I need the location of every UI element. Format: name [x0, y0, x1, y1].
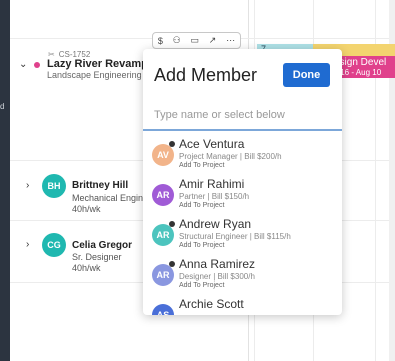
add-to-project-link[interactable]: Add To Project — [179, 242, 224, 249]
online-indicator — [169, 261, 175, 267]
person-hours: 40h/wk — [72, 204, 101, 214]
member-name: Ace Ventura — [179, 137, 245, 151]
person-icon[interactable]: ⚇ — [173, 35, 181, 46]
avatar: AR — [152, 184, 174, 206]
popup-title: Add Member — [154, 65, 258, 85]
member-name: Amir Rahimi — [179, 177, 245, 191]
person-name[interactable]: Brittney Hill — [72, 180, 128, 191]
member-name: Archie Scott — [179, 297, 244, 311]
member-detail: Structural Engineer | Bill $115/h — [179, 232, 291, 241]
open-external-icon[interactable]: ↗ — [209, 35, 217, 46]
chevron-right-icon[interactable]: › — [26, 239, 29, 250]
avatar: AV — [152, 144, 174, 166]
phase-bar-label: esign Devel — [334, 57, 387, 68]
more-icon[interactable]: ⋯ — [226, 35, 235, 46]
member-item[interactable]: AR Andrew Ryan Structural Engineer | Bil… — [143, 217, 342, 257]
member-name: Andrew Ryan — [179, 217, 252, 231]
add-to-project-link[interactable]: Add To Project — [179, 202, 224, 209]
online-indicator — [169, 221, 175, 227]
sidebar-fragment: d — [0, 102, 5, 111]
member-item[interactable]: AS Archie Scott — [143, 297, 342, 315]
add-to-project-link[interactable]: Add To Project — [179, 162, 224, 169]
person-hours: 40h/wk — [72, 263, 101, 273]
avatar: AR — [152, 224, 174, 246]
phase-bar-dates: y 16 - Aug 10 — [334, 68, 382, 77]
member-detail: Partner | Bill $150/h — [179, 192, 250, 201]
add-to-project-link[interactable]: Add To Project — [179, 282, 224, 289]
member-detail: Designer | Bill $300/h — [179, 272, 255, 281]
person-role: Sr. Designer — [72, 252, 122, 262]
member-item[interactable]: AR Anna Ramirez Designer | Bill $300/h A… — [143, 257, 342, 297]
member-item[interactable]: AR Amir Rahimi Partner | Bill $150/h Add… — [143, 177, 342, 217]
dollar-icon[interactable]: $ — [158, 36, 163, 46]
avatar: BH — [42, 174, 66, 198]
project-color-dot — [34, 62, 40, 68]
project-toolbar: $ ⚇ ▭ ↗ ⋯ — [152, 32, 241, 49]
card-icon[interactable]: ▭ — [191, 35, 200, 46]
avatar: AS — [152, 304, 174, 315]
chevron-right-icon[interactable]: › — [26, 180, 29, 191]
member-search-input[interactable] — [143, 101, 342, 131]
project-name[interactable]: Lazy River Revamp — [47, 58, 148, 70]
member-item[interactable]: AV Ace Ventura Project Manager | Bill $2… — [143, 137, 342, 177]
member-name: Anna Ramirez — [179, 257, 256, 271]
done-button[interactable]: Done — [283, 63, 330, 87]
avatar: CG — [42, 233, 66, 257]
person-name[interactable]: Celia Gregor — [72, 240, 132, 251]
add-member-popup: Add Member Done AV Ace Ventura Project M… — [143, 49, 342, 315]
member-detail: Project Manager | Bill $200/h — [179, 152, 282, 161]
avatar: AR — [152, 264, 174, 286]
app-left-sidebar: d — [0, 0, 10, 361]
project-subtitle: Landscape Engineering — [47, 70, 142, 80]
chevron-down-icon[interactable]: ⌄ — [19, 59, 27, 70]
online-indicator — [169, 141, 175, 147]
